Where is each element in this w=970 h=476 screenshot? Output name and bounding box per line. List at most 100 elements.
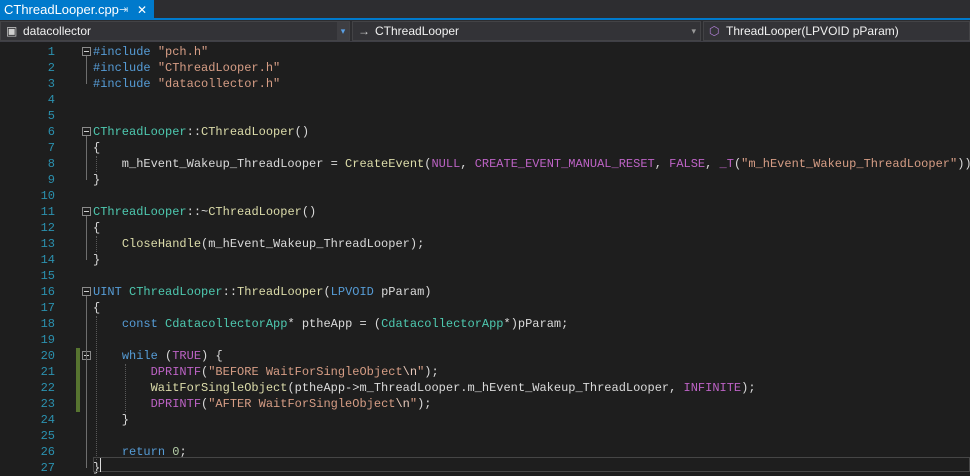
change-indicator — [76, 348, 80, 364]
code-token: CThreadLooper — [93, 205, 187, 219]
code-token: CreateEvent — [345, 157, 425, 171]
code-token: } — [93, 173, 101, 187]
code-token: \n — [402, 365, 418, 379]
line-number: 15 — [40, 269, 55, 283]
line-number: 14 — [40, 253, 55, 267]
code-token: (ptheApp->m_ThreadLooper.m_hEvent_Wakeup… — [287, 381, 684, 395]
code-token: _T — [719, 157, 734, 171]
code-line[interactable]: m_hEvent_Wakeup_ThreadLooper = CreateEve… — [93, 156, 970, 172]
pin-icon[interactable]: ⇥ — [119, 0, 128, 20]
code-token: "AFTER WaitForSingleObject — [208, 397, 396, 411]
code-line[interactable]: { — [93, 220, 100, 236]
line-number: 10 — [40, 189, 55, 203]
code-line[interactable]: WaitForSingleObject(ptheApp->m_ThreadLoo… — [93, 380, 756, 396]
close-icon[interactable]: ✕ — [137, 0, 147, 20]
code-token: { — [93, 301, 101, 315]
code-token: DPRINTF — [150, 397, 202, 411]
code-line[interactable]: DPRINTF("AFTER WaitForSingleObject\n"); — [93, 396, 432, 412]
document-tab-strip: CThreadLooper.cpp ⇥ ✕ — [0, 0, 970, 20]
code-token: UINT — [93, 285, 122, 299]
code-token: } — [93, 253, 101, 267]
line-number: 2 — [47, 61, 55, 75]
line-number: 26 — [40, 445, 55, 459]
chevron-down-icon[interactable]: ▾ — [691, 22, 696, 40]
chevron-down-icon[interactable]: ▾ — [337, 22, 349, 40]
code-token: "datacollector.h" — [157, 77, 281, 91]
code-line[interactable]: DPRINTF("BEFORE WaitForSingleObject\n"); — [93, 364, 439, 380]
collapse-icon[interactable] — [82, 287, 91, 296]
code-line[interactable]: } — [93, 252, 100, 268]
scope-dropdown[interactable]: → CThreadLooper ▾ — [352, 21, 701, 41]
code-token: ); — [417, 397, 432, 411]
document-tab[interactable]: CThreadLooper.cpp ⇥ ✕ — [0, 0, 154, 20]
project-dropdown[interactable]: ▣ datacollector ▾ — [0, 21, 350, 41]
code-token: ( — [323, 285, 331, 299]
code-token: *)pParam; — [503, 317, 569, 331]
code-token: } — [93, 413, 130, 427]
line-number: 7 — [47, 141, 55, 155]
line-number: 6 — [47, 125, 55, 139]
code-line[interactable]: CThreadLooper::CThreadLooper() — [93, 124, 309, 140]
line-number: 8 — [47, 157, 55, 171]
text-caret — [100, 458, 101, 472]
code-line[interactable]: CloseHandle(m_hEvent_Wakeup_ThreadLooper… — [93, 236, 424, 252]
code-token: " — [409, 397, 418, 411]
code-token: { — [93, 141, 101, 155]
code-token: CThreadLooper — [93, 125, 187, 139]
code-token: INFINITE — [683, 381, 742, 395]
code-token: ); — [741, 381, 756, 395]
code-token: CdatacollectorApp — [165, 317, 288, 331]
code-token: "pch.h" — [157, 45, 209, 59]
code-line[interactable]: UINT CThreadLooper::ThreadLooper(LPVOID … — [93, 284, 432, 300]
line-number: 20 — [40, 349, 55, 363]
code-token: WaitForSingleObject — [150, 381, 288, 395]
code-token: ); — [424, 365, 439, 379]
project-dropdown-value: datacollector — [23, 24, 92, 38]
line-number: 17 — [40, 301, 55, 315]
code-token: ThreadLooper — [237, 285, 324, 299]
code-line[interactable]: while (TRUE) { — [93, 348, 223, 364]
line-number: 3 — [47, 77, 55, 91]
collapse-icon[interactable] — [82, 47, 91, 56]
code-line[interactable]: } — [93, 412, 129, 428]
code-token: \n — [395, 397, 410, 411]
collapse-icon[interactable] — [82, 207, 91, 216]
code-token: LPVOID — [330, 285, 374, 299]
code-line[interactable]: { — [93, 300, 100, 316]
code-line[interactable]: #include "datacollector.h" — [93, 76, 280, 92]
code-token: "m_hEvent_Wakeup_ThreadLooper" — [741, 157, 958, 171]
code-line[interactable]: } — [93, 172, 100, 188]
breakpoint-margin[interactable] — [0, 43, 18, 476]
member-dropdown-value: ThreadLooper(LPVOID pParam) — [726, 24, 899, 38]
change-indicator — [76, 380, 80, 396]
code-token: DPRINTF — [150, 365, 202, 379]
code-token: { — [93, 221, 101, 235]
code-line[interactable]: const CdatacollectorApp* ptheApp = (Cdat… — [93, 316, 569, 332]
code-token: m_hEvent_Wakeup_ThreadLooper = — [93, 157, 346, 171]
project-icon: ▣ — [6, 24, 18, 38]
code-line[interactable]: #include "CThreadLooper.h" — [93, 60, 280, 76]
line-number: 18 — [40, 317, 55, 331]
code-token: :: — [222, 285, 238, 299]
code-line[interactable]: #include "pch.h" — [93, 44, 208, 60]
member-dropdown[interactable]: ⬡ ThreadLooper(LPVOID pParam) — [703, 21, 970, 41]
code-editor[interactable]: 1 2 3 4 5 6 7 8 9 10 11 12 13 14 15 16 17 18 19 20 21 22 23 24 2… — [0, 43, 970, 476]
code-line[interactable]: CThreadLooper::~CThreadLooper() — [93, 204, 316, 220]
method-icon: ⬡ — [709, 24, 720, 38]
code-token: #include — [93, 61, 151, 75]
arrow-right-icon: → — [358, 24, 370, 38]
change-indicator — [76, 364, 80, 380]
current-line-highlight — [93, 457, 970, 472]
code-line[interactable]: { — [93, 140, 100, 156]
collapse-icon[interactable] — [82, 127, 91, 136]
code-token: "CThreadLooper.h" — [157, 61, 281, 75]
